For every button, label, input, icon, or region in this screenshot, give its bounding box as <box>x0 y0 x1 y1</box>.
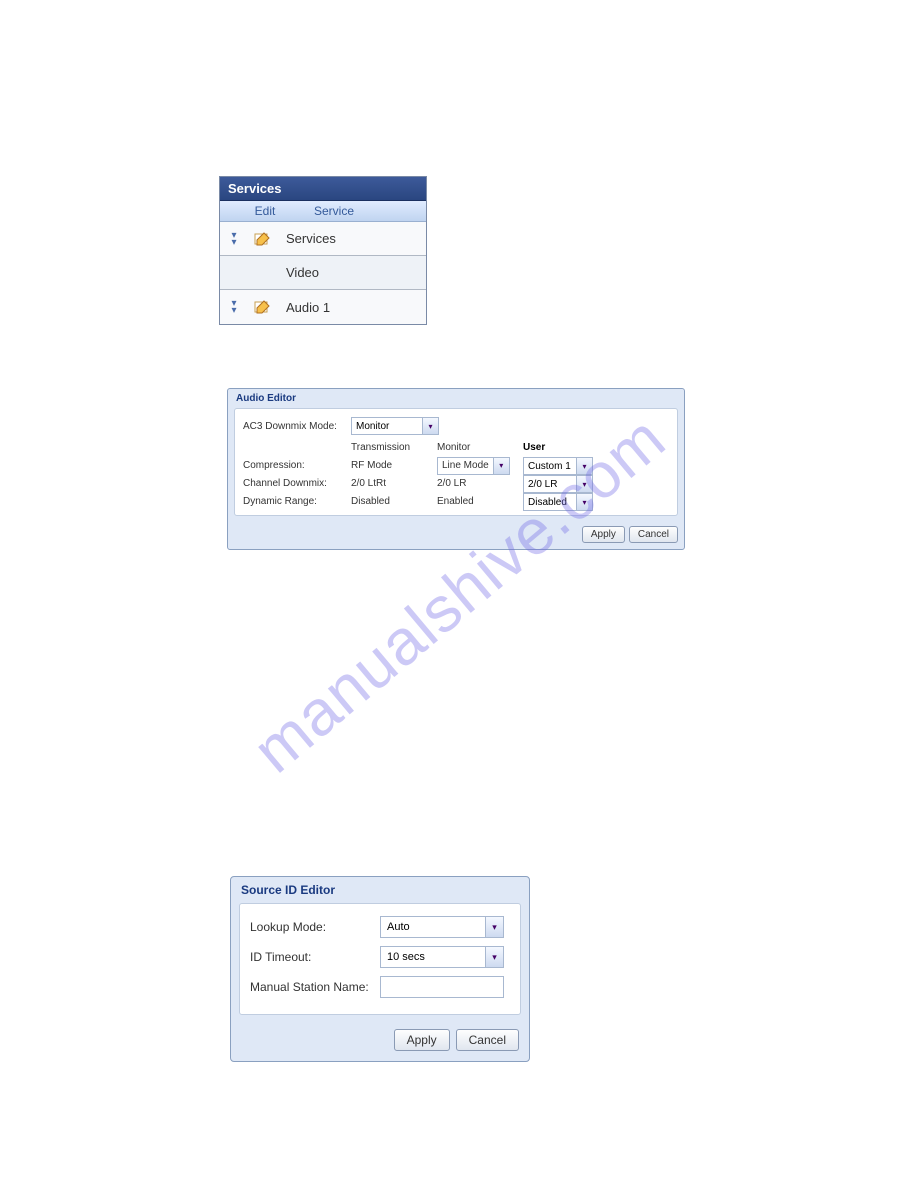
channel-downmix-monitor: 2/0 LR <box>437 475 523 493</box>
dynamic-range-label: Dynamic Range: <box>243 493 351 511</box>
channel-downmix-transmission: 2/0 LtRt <box>351 475 437 493</box>
audio-editor-title: Audio Editor <box>228 389 684 408</box>
chevron-down-icon[interactable]: ▾ <box>493 458 509 474</box>
ac3-downmix-value: Monitor <box>352 421 422 432</box>
ac3-downmix-label: AC3 Downmix Mode: <box>243 421 351 432</box>
user-value: Custom 1 <box>524 461 576 472</box>
user-header: User <box>523 439 623 457</box>
service-label: Video <box>278 265 426 280</box>
audio-editor-body: AC3 Downmix Mode: Monitor ▾ Compression:… <box>234 408 678 516</box>
channel-downmix-label: Channel Downmix: <box>243 475 351 493</box>
compression-transmission: RF Mode <box>351 457 437 475</box>
manual-station-label: Manual Station Name: <box>250 980 380 994</box>
services-column-header: Edit Service <box>220 201 426 222</box>
edit-icon[interactable] <box>254 231 272 247</box>
expand-icon[interactable]: ▾▾ <box>231 300 236 314</box>
lookup-mode-label: Lookup Mode: <box>250 920 380 934</box>
manual-station-input[interactable] <box>380 976 504 998</box>
services-row[interactable]: ▾▾ Audio 1 <box>220 290 426 324</box>
user-value: Disabled <box>524 497 576 508</box>
id-timeout-value: 10 secs <box>381 947 485 967</box>
id-timeout-select[interactable]: 10 secs ▾ <box>380 946 504 968</box>
expand-icon[interactable]: ▾▾ <box>231 232 236 246</box>
apply-button[interactable]: Apply <box>394 1029 450 1051</box>
chevron-down-icon[interactable]: ▾ <box>485 947 503 967</box>
services-panel: Services Edit Service ▾▾ Services Video … <box>219 176 427 325</box>
services-row[interactable]: Video <box>220 256 426 290</box>
services-title: Services <box>220 177 426 201</box>
lookup-mode-select[interactable]: Auto ▾ <box>380 916 504 938</box>
services-row[interactable]: ▾▾ Services <box>220 222 426 256</box>
edit-icon[interactable] <box>254 299 272 315</box>
chevron-down-icon[interactable]: ▾ <box>576 458 592 474</box>
monitor-value: Line Mode <box>438 457 493 475</box>
lookup-mode-value: Auto <box>381 917 485 937</box>
monitor-header: Monitor <box>437 439 523 457</box>
source-id-editor-title: Source ID Editor <box>231 877 529 903</box>
cancel-button[interactable]: Cancel <box>456 1029 519 1051</box>
id-timeout-label: ID Timeout: <box>250 950 380 964</box>
dynamic-range-monitor: Enabled <box>437 493 523 511</box>
column-edit: Edit <box>220 201 310 221</box>
compression-monitor-select[interactable]: Line Mode ▾ <box>437 457 510 475</box>
source-id-editor-panel: Source ID Editor Lookup Mode: Auto ▾ ID … <box>230 876 530 1062</box>
compression-label: Compression: <box>243 457 351 475</box>
transmission-header: Transmission <box>351 439 437 457</box>
cancel-button[interactable]: Cancel <box>629 526 678 543</box>
dynamic-range-transmission: Disabled <box>351 493 437 511</box>
audio-editor-footer: Apply Cancel <box>228 522 684 549</box>
apply-button[interactable]: Apply <box>582 526 625 543</box>
ac3-downmix-select[interactable]: Monitor ▾ <box>351 417 439 435</box>
spacer <box>243 439 351 457</box>
service-label: Audio 1 <box>278 300 426 315</box>
user-value: 2/0 LR <box>524 479 576 490</box>
audio-editor-panel: Audio Editor AC3 Downmix Mode: Monitor ▾… <box>227 388 685 550</box>
compression-user-select[interactable]: Custom 1 ▾ <box>523 457 593 475</box>
dynamic-range-user-select[interactable]: Disabled ▾ <box>523 493 593 511</box>
column-service: Service <box>310 201 426 221</box>
source-id-editor-body: Lookup Mode: Auto ▾ ID Timeout: 10 secs … <box>239 903 521 1015</box>
chevron-down-icon[interactable]: ▾ <box>485 917 503 937</box>
chevron-down-icon[interactable]: ▾ <box>576 476 592 492</box>
chevron-down-icon[interactable]: ▾ <box>422 418 438 434</box>
chevron-down-icon[interactable]: ▾ <box>576 494 592 510</box>
service-label: Services <box>278 231 426 246</box>
channel-downmix-user-select[interactable]: 2/0 LR ▾ <box>523 475 593 493</box>
source-id-editor-footer: Apply Cancel <box>231 1023 529 1061</box>
